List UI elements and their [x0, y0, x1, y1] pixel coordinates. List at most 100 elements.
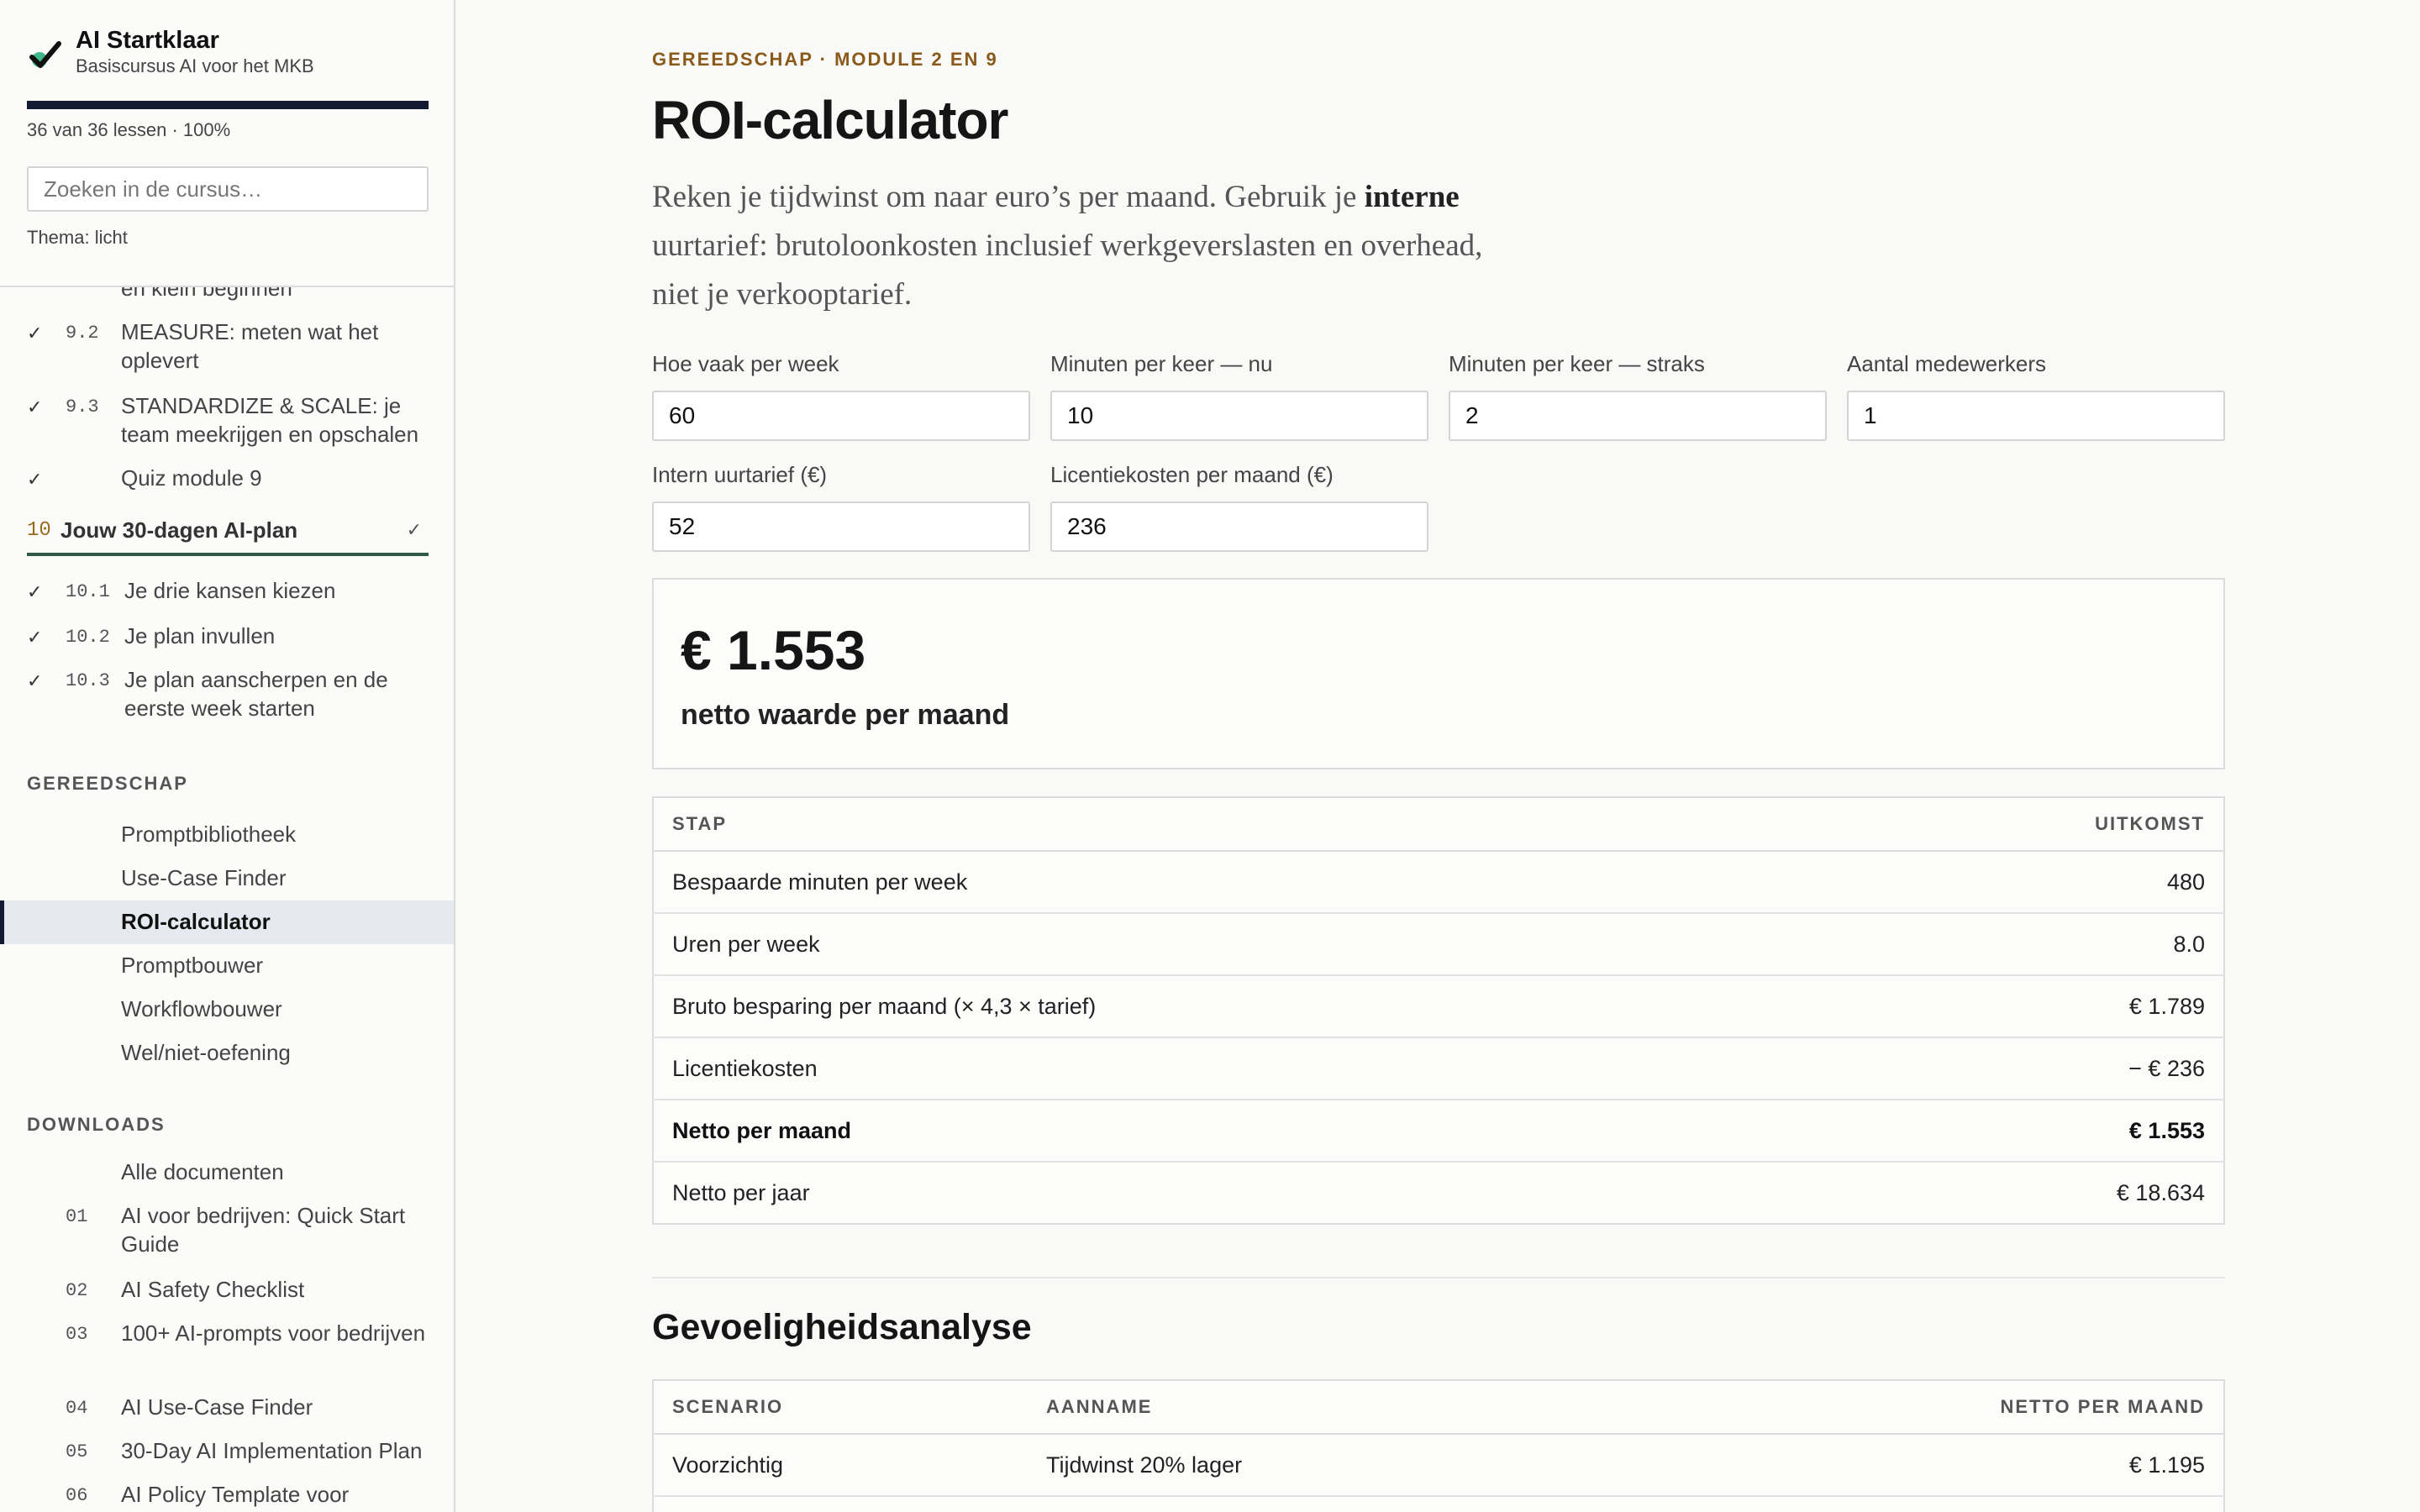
lesson-number: 9.2 [66, 323, 99, 344]
sidebar-download-label: AI Safety Checklist [121, 1277, 305, 1302]
sidebar-lesson-label: MEASURE: meten wat het oplevert [121, 319, 379, 373]
sidebar-lesson-label: Je plan aanscherpen en de eerste week st… [124, 667, 388, 721]
sidebar-download-01[interactable]: 01 AI voor bedrijven: Quick Start Guide [0, 1201, 454, 1262]
column-header-step: STAP [653, 797, 1844, 852]
table-cell-result: 480 [1843, 851, 2224, 914]
result-card: € 1.553 netto waarde per maand [652, 578, 2225, 769]
hourly-rate-input[interactable] [652, 501, 1030, 552]
sidebar-download-label: AI Use-Case Finder [121, 1394, 313, 1420]
table-cell-result: − € 236 [1843, 1037, 2224, 1100]
table-cell-assumption: Tijdwinst 20% lager [1028, 1434, 1614, 1497]
module-number: 10 [27, 519, 51, 542]
sidebar-tool-use-case-finder[interactable]: Use-Case Finder [0, 857, 454, 900]
sidebar-header: AI Startklaar Basiscursus AI voor het MK… [0, 0, 454, 287]
minutes-later-input[interactable] [1449, 391, 1827, 441]
course-progress-fill [27, 101, 429, 109]
downloads-section-heading: DOWNLOADS [27, 1114, 166, 1135]
done-check-icon: ✓ [27, 323, 43, 344]
sidebar-lesson-label: en klein beginnen [121, 287, 292, 301]
field-frequency-per-week: Hoe vaak per week [652, 351, 1030, 441]
download-number: 05 [66, 1441, 88, 1462]
calculation-table: STAP UITKOMST Bespaarde minuten per week… [652, 796, 2225, 1225]
sidebar-download-05[interactable]: 05 30-Day AI Implementation Plan [0, 1436, 454, 1470]
sidebar-download-04[interactable]: 04 AI Use-Case Finder [0, 1393, 454, 1426]
done-check-icon: ✓ [27, 396, 43, 417]
course-progress-text: 36 van 36 lessen · 100% [27, 119, 231, 140]
sidebar: AI Startklaar Basiscursus AI voor het MK… [0, 0, 455, 1512]
field-employees: Aantal medewerkers [1847, 351, 2225, 441]
course-search-input[interactable] [27, 166, 429, 212]
app-subtitle: Basiscursus AI voor het MKB [76, 55, 314, 76]
lesson-number: 10.1 [66, 581, 110, 602]
table-cell-step: Bespaarde minuten per week [653, 851, 1844, 914]
download-number: 02 [66, 1280, 88, 1301]
sidebar-lesson-9-2[interactable]: ✓ 9.2 MEASURE: meten wat het oplevert [0, 318, 454, 378]
download-number: 06 [66, 1485, 88, 1506]
table-row-total: Netto per maand € 1.553 [653, 1100, 2224, 1163]
sidebar-download-label: Alle documenten [121, 1159, 284, 1184]
sidebar-download-06[interactable]: 06 AI Policy Template voor [0, 1480, 454, 1512]
sidebar-lesson-10-3[interactable]: ✓ 10.3 Je plan aanscherpen en de eerste … [0, 665, 454, 726]
sensitivity-heading: Gevoeligheidsanalyse [652, 1307, 1032, 1347]
table-row [653, 1496, 2224, 1512]
sidebar-download-02[interactable]: 02 AI Safety Checklist [0, 1275, 454, 1309]
sidebar-lesson-9-3[interactable]: ✓ 9.3 STANDARDIZE & SCALE: je team meekr… [0, 391, 454, 452]
minutes-now-input[interactable] [1050, 391, 1428, 441]
sidebar-quiz-module-9[interactable]: ✓ Quiz module 9 [0, 464, 454, 497]
sidebar-tool-roi-calculator[interactable]: ROI-calculator [0, 900, 454, 944]
table-cell-step: Licentiekosten [653, 1037, 1844, 1100]
table-cell-net-monthly [1614, 1496, 2224, 1512]
employees-input[interactable] [1847, 391, 2225, 441]
sidebar-download-03[interactable]: 03 100+ AI-prompts voor bedrijven [0, 1319, 454, 1379]
table-row: Bespaarde minuten per week 480 [653, 851, 2224, 914]
page-intro: Reken je tijdwinst om naar euro’s per ma… [652, 173, 1492, 319]
frequency-per-week-input[interactable] [652, 391, 1030, 441]
sidebar-lesson-partial[interactable]: en klein beginnen [0, 287, 454, 307]
sidebar-tool-wel-niet-oefening[interactable]: Wel/niet-oefening [0, 1032, 454, 1075]
tools-section-heading: GEREEDSCHAP [27, 773, 188, 794]
table-cell-result: € 18.634 [2116, 1179, 2205, 1205]
table-header-row: SCENARIO AANNAME NETTO PER MAAND [653, 1380, 2224, 1435]
sidebar-tool-promptbibliotheek[interactable]: Promptbibliotheek [0, 813, 454, 857]
field-label: Minuten per keer — nu [1050, 351, 1273, 376]
sidebar-tool-label: Promptbouwer [121, 953, 264, 978]
sidebar-tool-label: ROI-calculator [121, 909, 271, 934]
field-minutes-later: Minuten per keer — straks [1449, 351, 1827, 441]
license-cost-input[interactable] [1050, 501, 1428, 552]
sidebar-nav: en klein beginnen ✓ 9.2 MEASURE: meten w… [0, 287, 454, 1512]
net-monthly-value: € 1.553 [681, 619, 866, 681]
table-row: Bruto besparing per maand (× 4,3 × tarie… [653, 975, 2224, 1038]
table-cell-scenario [653, 1496, 1028, 1512]
sidebar-tool-promptbouwer[interactable]: Promptbouwer [0, 944, 454, 988]
table-row: Licentiekosten − € 236 [653, 1037, 2224, 1100]
sensitivity-table: SCENARIO AANNAME NETTO PER MAAND Voorzic… [652, 1379, 2225, 1512]
sidebar-download-label: AI voor bedrijven: Quick Start Guide [121, 1203, 406, 1257]
table-row: Netto per jaar € 18.634 [653, 1162, 2224, 1224]
table-cell-step: Uren per week [653, 913, 1844, 976]
table-cell-result: 8.0 [1843, 913, 2224, 976]
table-cell-result: € 1.553 [1843, 1100, 2224, 1163]
field-label: Intern uurtarief (€) [652, 462, 828, 487]
lesson-number: 10.2 [66, 627, 110, 648]
table-cell-result: € 1.789 [1843, 975, 2224, 1038]
download-number: 03 [66, 1324, 88, 1345]
column-header-scenario: SCENARIO [653, 1380, 1028, 1435]
theme-toggle[interactable]: Thema: licht [27, 227, 128, 249]
page-title: ROI-calculator [652, 90, 1008, 150]
field-minutes-now: Minuten per keer — nu [1050, 351, 1428, 441]
section-divider [652, 1277, 2225, 1278]
sidebar-lesson-10-2[interactable]: ✓ 10.2 Je plan invullen [0, 622, 454, 655]
sidebar-lesson-label: Quiz module 9 [121, 465, 262, 491]
column-header-assumption: AANNAME [1028, 1380, 1614, 1435]
column-header-result: UITKOMST [1843, 797, 2224, 852]
sidebar-tool-workflowbouwer[interactable]: Workflowbouwer [0, 988, 454, 1032]
table-cell-step: Bruto besparing per maand (× 4,3 × tarie… [653, 975, 1844, 1038]
intro-text: uurtarief: brutoloonkosten inclusief wer… [652, 228, 1483, 312]
field-label: Aantal medewerkers [1847, 351, 2046, 376]
app-title: AI Startklaar [76, 27, 219, 54]
table-cell-assumption [1028, 1496, 1614, 1512]
sidebar-download-all[interactable]: Alle documenten [0, 1158, 454, 1191]
sidebar-lesson-10-1[interactable]: ✓ 10.1 Je drie kansen kiezen [0, 576, 454, 610]
table-row: Voorzichtig Tijdwinst 20% lager € 1.195 [653, 1434, 2224, 1497]
sidebar-module-10[interactable]: 10 Jouw 30-dagen AI-plan ✓ [27, 507, 429, 556]
